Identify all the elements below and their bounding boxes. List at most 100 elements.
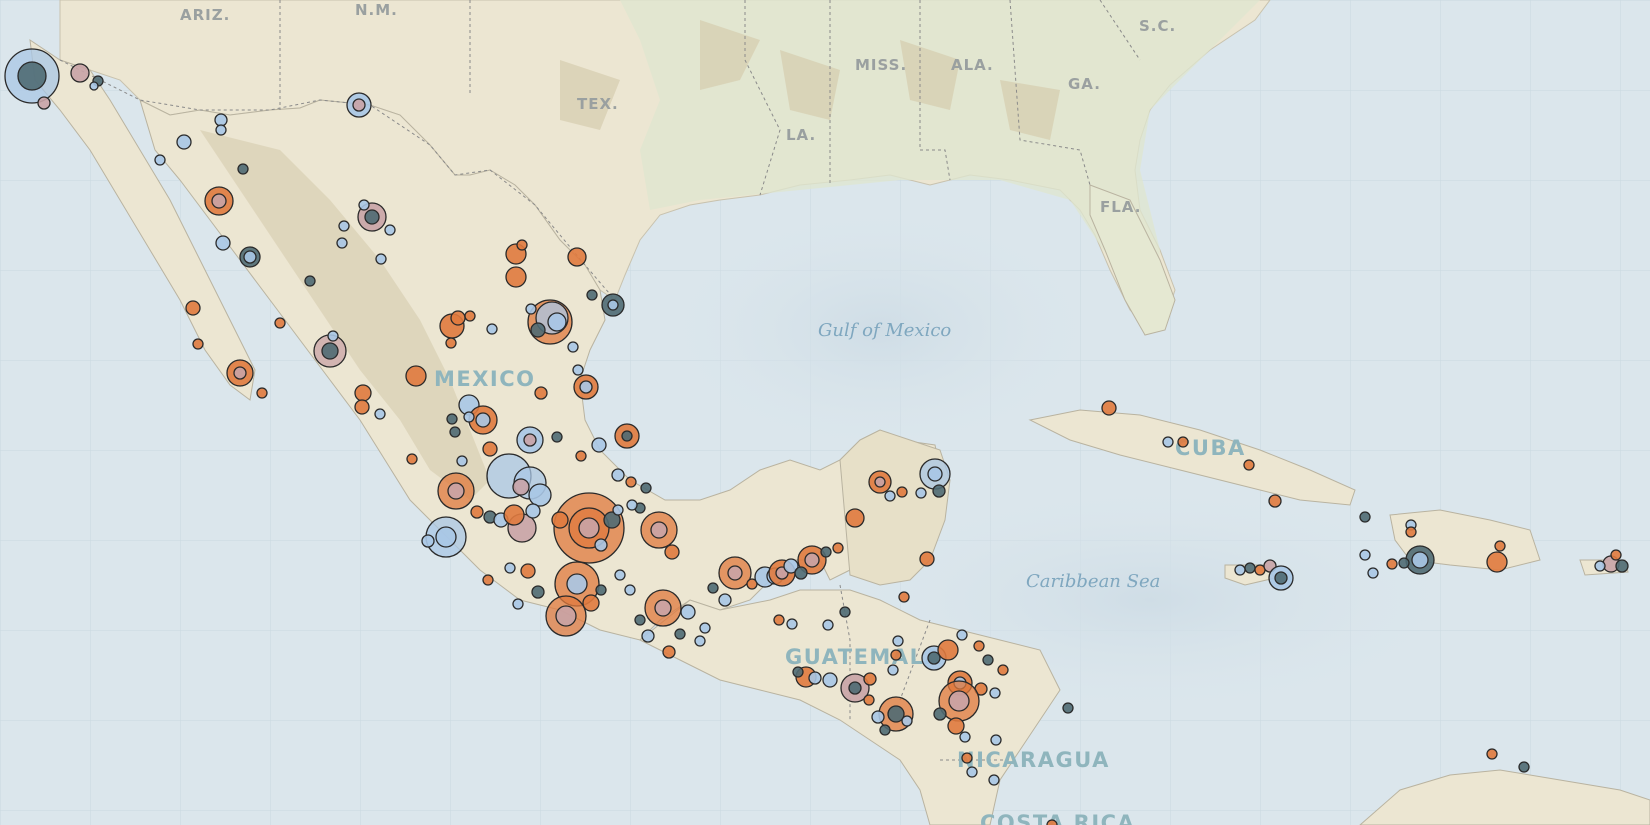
blue-event-marker[interactable] <box>822 672 838 688</box>
orange-event-marker[interactable] <box>997 664 1009 676</box>
blue-event-marker[interactable] <box>1359 549 1371 561</box>
blue-event-marker[interactable] <box>336 237 348 249</box>
orange-event-marker[interactable] <box>582 594 600 612</box>
blue-event-marker[interactable] <box>959 731 971 743</box>
dark-event-marker[interactable] <box>1518 761 1530 773</box>
blue-event-marker[interactable] <box>486 323 498 335</box>
orange-event-marker[interactable] <box>256 387 268 399</box>
dark-event-marker[interactable] <box>640 482 652 494</box>
dark-event-marker[interactable] <box>932 484 946 498</box>
orange-event-marker[interactable] <box>898 591 910 603</box>
blue-event-marker[interactable] <box>525 303 537 315</box>
blue-event-marker[interactable] <box>375 253 387 265</box>
blue-event-marker[interactable] <box>572 364 584 376</box>
orange-event-marker[interactable] <box>185 300 201 316</box>
orange-event-marker[interactable] <box>567 247 587 267</box>
dark-event-marker[interactable] <box>586 289 598 301</box>
pink-event-marker[interactable] <box>233 366 247 380</box>
blue-event-marker[interactable] <box>338 220 350 232</box>
blue-event-marker[interactable] <box>1367 567 1379 579</box>
orange-event-marker[interactable] <box>445 337 457 349</box>
blue-event-marker[interactable] <box>624 584 636 596</box>
orange-event-marker[interactable] <box>1177 436 1189 448</box>
blue-event-marker[interactable] <box>892 635 904 647</box>
blue-event-marker[interactable] <box>718 593 732 607</box>
orange-event-marker[interactable] <box>516 239 528 251</box>
blue-event-marker[interactable] <box>915 487 927 499</box>
blue-event-marker[interactable] <box>822 619 834 631</box>
orange-event-marker[interactable] <box>1046 819 1058 825</box>
orange-event-marker[interactable] <box>551 511 569 529</box>
blue-event-marker[interactable] <box>1162 436 1174 448</box>
orange-event-marker[interactable] <box>1486 748 1498 760</box>
blue-event-marker[interactable] <box>614 569 626 581</box>
dark-event-marker[interactable] <box>1244 562 1256 574</box>
dark-event-marker[interactable] <box>1359 511 1371 523</box>
pink-event-marker[interactable] <box>352 98 366 112</box>
orange-event-marker[interactable] <box>503 504 525 526</box>
dark-event-marker[interactable] <box>237 163 249 175</box>
dark-event-marker[interactable] <box>530 322 546 338</box>
orange-event-marker[interactable] <box>482 574 494 586</box>
dark-event-marker[interactable] <box>982 654 994 666</box>
dark-event-marker[interactable] <box>933 707 947 721</box>
orange-event-marker[interactable] <box>464 310 476 322</box>
blue-event-marker[interactable] <box>421 534 435 548</box>
orange-event-marker[interactable] <box>961 752 973 764</box>
blue-event-marker[interactable] <box>699 622 711 634</box>
orange-event-marker[interactable] <box>482 441 498 457</box>
blue-event-marker[interactable] <box>884 490 896 502</box>
dark-event-marker[interactable] <box>820 546 832 558</box>
blue-event-marker[interactable] <box>512 598 524 610</box>
blue-event-marker[interactable] <box>463 411 475 423</box>
orange-event-marker[interactable] <box>947 717 965 735</box>
dark-event-marker[interactable] <box>848 681 862 695</box>
orange-event-marker[interactable] <box>505 266 527 288</box>
dark-event-marker[interactable] <box>1398 557 1410 569</box>
orange-event-marker[interactable] <box>973 640 985 652</box>
blue-event-marker[interactable] <box>528 483 552 507</box>
blue-event-marker[interactable] <box>1594 560 1606 572</box>
blue-event-marker[interactable] <box>566 573 588 595</box>
orange-event-marker[interactable] <box>406 453 418 465</box>
blue-event-marker[interactable] <box>641 629 655 643</box>
blue-event-marker[interactable] <box>1411 551 1429 569</box>
pink-event-marker[interactable] <box>654 599 672 617</box>
blue-event-marker[interactable] <box>808 671 822 685</box>
orange-event-marker[interactable] <box>1386 558 1398 570</box>
orange-event-marker[interactable] <box>1494 540 1506 552</box>
pink-event-marker[interactable] <box>804 552 820 568</box>
blue-event-marker[interactable] <box>1234 564 1246 576</box>
map-view[interactable]: ARIZ. N.M. TEX. MISS. ALA. GA. S.C. LA. … <box>0 0 1650 825</box>
blue-event-marker[interactable] <box>567 341 579 353</box>
blue-event-marker[interactable] <box>243 250 257 264</box>
blue-event-marker[interactable] <box>214 113 228 127</box>
orange-event-marker[interactable] <box>919 551 935 567</box>
dark-event-marker[interactable] <box>1274 571 1288 585</box>
orange-event-marker[interactable] <box>1243 459 1255 471</box>
pink-event-marker[interactable] <box>523 433 537 447</box>
blue-event-marker[interactable] <box>626 499 638 511</box>
dark-event-marker[interactable] <box>879 724 891 736</box>
orange-event-marker[interactable] <box>354 384 372 402</box>
dark-event-marker[interactable] <box>551 431 563 443</box>
orange-event-marker[interactable] <box>192 338 204 350</box>
pink-event-marker[interactable] <box>211 193 227 209</box>
orange-event-marker[interactable] <box>832 542 844 554</box>
blue-event-marker[interactable] <box>594 538 608 552</box>
orange-event-marker[interactable] <box>534 386 548 400</box>
pink-event-marker[interactable] <box>650 521 668 539</box>
pink-event-marker[interactable] <box>727 565 743 581</box>
pink-event-marker[interactable] <box>70 63 90 83</box>
orange-event-marker[interactable] <box>845 508 865 528</box>
orange-event-marker[interactable] <box>1486 551 1508 573</box>
dark-event-marker[interactable] <box>674 628 686 640</box>
orange-event-marker[interactable] <box>773 614 785 626</box>
blue-event-marker[interactable] <box>591 437 607 453</box>
dark-event-marker[interactable] <box>595 584 607 596</box>
orange-event-marker[interactable] <box>1101 400 1117 416</box>
blue-event-marker[interactable] <box>456 455 468 467</box>
dark-event-marker[interactable] <box>449 426 461 438</box>
dark-event-marker[interactable] <box>839 606 851 618</box>
dark-event-marker[interactable] <box>531 585 545 599</box>
